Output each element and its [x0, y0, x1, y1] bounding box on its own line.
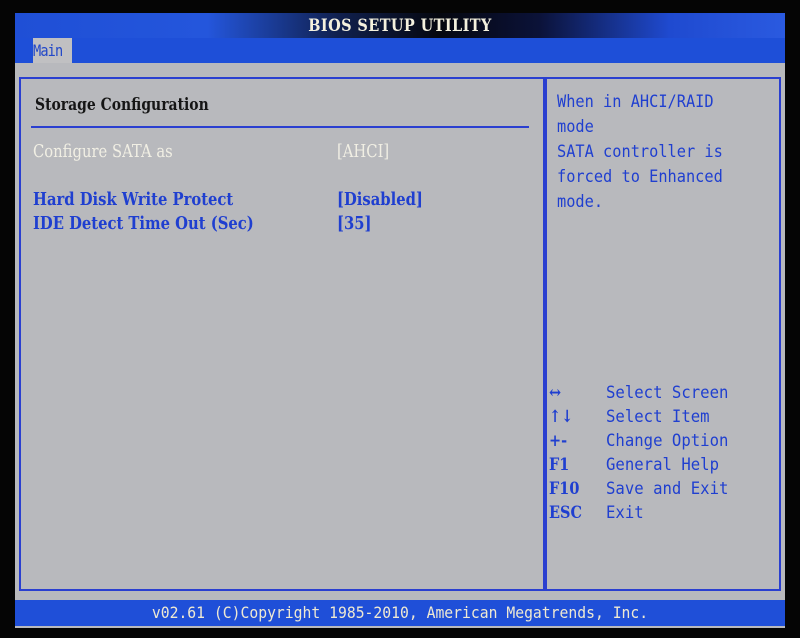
setting-hard-disk-write-protect[interactable]: Hard Disk Write Protect [Disabled] — [33, 189, 533, 211]
title-bar: BIOS SETUP UTILITY — [15, 13, 785, 38]
setting-label: Hard Disk Write Protect — [33, 189, 234, 210]
setting-label: Configure SATA as — [33, 141, 173, 162]
setting-value[interactable]: [35] — [337, 213, 372, 234]
key-legend-item: ↔ Select Screen — [549, 383, 777, 407]
key-description: Select Screen — [606, 383, 729, 403]
copyright-text: v02.61 (C)Copyright 1985-2010, American … — [151, 603, 649, 622]
window-title: BIOS SETUP UTILITY — [308, 16, 492, 36]
key-description: General Help — [606, 455, 720, 475]
left-right-arrow-icon: ↔ — [549, 383, 562, 403]
section-title: Storage Configuration — [35, 95, 209, 115]
tab-main-label: Main — [33, 41, 63, 60]
tab-bar: Main — [15, 38, 785, 63]
key-f1: F1 — [549, 455, 570, 475]
key-f10: F10 — [549, 479, 580, 499]
help-text: When in AHCI/RAID mode SATA controller i… — [557, 92, 723, 212]
plus-minus-icon: +- — [549, 431, 568, 451]
key-legend: ↔ Select Screen ↑↓ Select Item +- Change… — [549, 383, 777, 527]
key-description: Select Item — [606, 407, 710, 427]
key-legend-item: F10 Save and Exit — [549, 479, 777, 503]
key-description: Save and Exit — [606, 479, 729, 499]
up-down-arrow-icon: ↑↓ — [549, 407, 574, 427]
setting-value[interactable]: [Disabled] — [337, 189, 423, 210]
bios-screen: BIOS SETUP UTILITY Main Storage Configur… — [15, 13, 785, 628]
key-description: Change Option — [606, 431, 729, 451]
key-legend-item: ESC Exit — [549, 503, 777, 527]
setting-label: IDE Detect Time Out (Sec) — [33, 213, 254, 234]
setting-value[interactable]: [AHCI] — [337, 141, 389, 162]
key-esc: ESC — [549, 503, 582, 523]
setting-ide-detect-timeout[interactable]: IDE Detect Time Out (Sec) [35] — [33, 213, 533, 235]
section-divider — [31, 126, 529, 128]
tab-main[interactable]: Main — [33, 38, 72, 63]
help-panel: When in AHCI/RAID mode SATA controller i… — [543, 77, 781, 591]
key-legend-item: ↑↓ Select Item — [549, 407, 777, 431]
key-description: Exit — [606, 503, 644, 523]
settings-panel: Storage Configuration Configure SATA as … — [19, 77, 547, 591]
key-legend-item: F1 General Help — [549, 455, 777, 479]
setting-configure-sata[interactable]: Configure SATA as [AHCI] — [33, 141, 533, 163]
footer-bar: v02.61 (C)Copyright 1985-2010, American … — [15, 600, 785, 626]
key-legend-item: +- Change Option — [549, 431, 777, 455]
